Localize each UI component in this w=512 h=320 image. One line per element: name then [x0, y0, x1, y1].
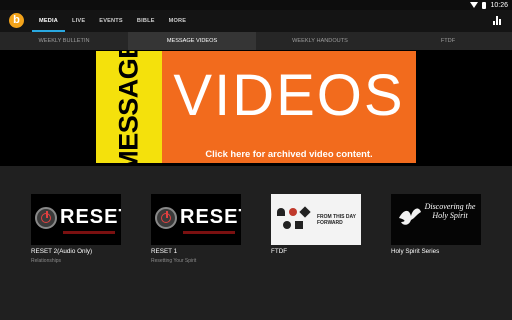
video-grid: RESET RESET 2(Audio Only) Relationships … [0, 166, 512, 320]
subtab-weekly-bulletin[interactable]: WEEKLY BULLETIN [0, 32, 128, 50]
status-icons: 10:26 [470, 0, 508, 10]
power-icon [155, 207, 177, 229]
tab-events[interactable]: EVENTS [92, 10, 130, 32]
subtab-ftdf[interactable]: FTDF [384, 32, 512, 50]
thumbnail-text: FROM THIS DAY FORWARD [317, 214, 356, 226]
battery-icon [482, 1, 487, 9]
thumbnail-text: RESET [60, 206, 121, 228]
tab-media[interactable]: MEDIA [32, 10, 66, 32]
nav-tabs: MEDIA LIVE EVENTS BIBLE MORE [32, 10, 193, 32]
status-bar: 10:26 [0, 0, 512, 10]
power-icon [35, 207, 57, 229]
tab-more[interactable]: MORE [162, 10, 194, 32]
card-subtitle: Resetting Your Spirit [151, 258, 197, 264]
subtab-weekly-handouts[interactable]: WEEKLY HANDOUTS [256, 32, 384, 50]
thumbnail-strip [63, 231, 115, 234]
stats-icon[interactable] [493, 16, 501, 25]
video-thumbnail[interactable]: Discovering the Holy Spirit [391, 194, 481, 245]
banner-yellow-panel: MESSAGE [96, 51, 162, 163]
banner-orange-panel: VIDEOS Click here for archived video con… [162, 51, 416, 163]
card-subtitle: Relationships [31, 258, 62, 264]
card-title: RESET 1 [151, 248, 178, 255]
tab-bible[interactable]: BIBLE [130, 10, 162, 32]
card-title: RESET 2(Audio Only) [31, 248, 93, 255]
thumbnail-text: Discovering the Holy Spirit [424, 202, 476, 220]
message-videos-banner[interactable]: MESSAGE VIDEOS Click here for archived v… [96, 51, 416, 163]
banner-title: VIDEOS [173, 63, 405, 128]
video-card[interactable]: Discovering the Holy Spirit Holy Spirit … [391, 194, 481, 255]
video-card[interactable]: RESET RESET 2(Audio Only) Relationships [31, 194, 121, 264]
card-title: Holy Spirit Series [391, 248, 440, 255]
dove-icon [399, 208, 421, 225]
tab-live[interactable]: LIVE [65, 10, 92, 32]
banner-vertical-text: MESSAGE [113, 51, 144, 163]
video-thumbnail[interactable]: RESET [31, 194, 121, 245]
thumbnail-text: RESET [180, 206, 241, 228]
ftdf-icons [275, 206, 313, 232]
app-logo[interactable]: b [9, 13, 24, 28]
video-card[interactable]: RESET RESET 1 Resetting Your Spirit [151, 194, 241, 264]
wifi-icon [470, 2, 479, 8]
card-title: FTDF [271, 248, 288, 255]
video-thumbnail[interactable]: RESET [151, 194, 241, 245]
banner-archive-link[interactable]: Click here for archived video content. [162, 148, 416, 159]
thumbnail-strip [183, 231, 235, 234]
subtab-message-videos[interactable]: MESSAGE VIDEOS [128, 32, 256, 50]
hero-area: MESSAGE VIDEOS Click here for archived v… [0, 50, 512, 166]
sub-tabs: WEEKLY BULLETIN MESSAGE VIDEOS WEEKLY HA… [0, 32, 512, 50]
app-bar: b MEDIA LIVE EVENTS BIBLE MORE [0, 10, 512, 32]
video-card[interactable]: FROM THIS DAY FORWARD FTDF [271, 194, 361, 255]
video-thumbnail[interactable]: FROM THIS DAY FORWARD [271, 194, 361, 245]
status-time: 10:26 [490, 1, 508, 9]
